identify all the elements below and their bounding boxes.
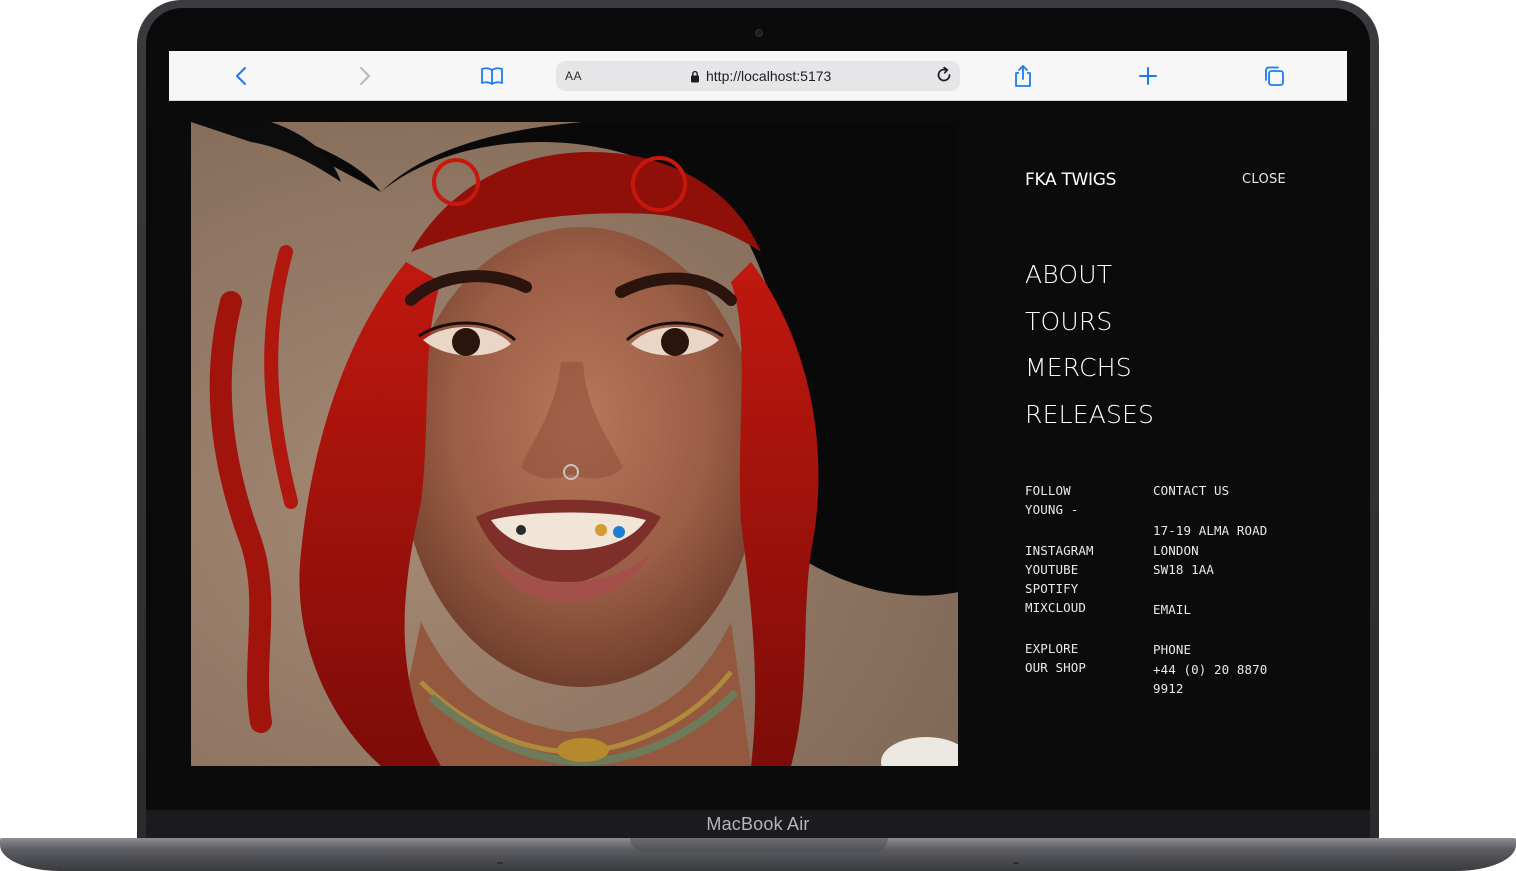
laptop-foot: [1013, 862, 1019, 864]
hero-photo: [191, 122, 958, 766]
close-button[interactable]: CLOSE: [1242, 172, 1286, 187]
portrait-image: [191, 122, 958, 766]
nav-item-tours[interactable]: TOURS: [1025, 299, 1154, 346]
url-display[interactable]: http://localhost:5173: [690, 68, 831, 84]
nav-item-releases[interactable]: RELEASES: [1025, 392, 1154, 439]
back-icon[interactable]: [228, 64, 254, 88]
shop-link-line1[interactable]: EXPLORE: [1025, 639, 1094, 658]
phone-number[interactable]: +44 (0) 20 8870: [1153, 660, 1267, 679]
nav-item-merchs[interactable]: MERCHS: [1025, 345, 1154, 392]
email-link[interactable]: EMAIL: [1153, 600, 1267, 619]
share-icon[interactable]: [1010, 64, 1036, 88]
bookmarks-icon[interactable]: [479, 64, 505, 88]
camera-icon: [755, 29, 763, 37]
address-line: SW18 1AA: [1153, 561, 1215, 577]
browser-toolbar: AA http://localhost:5173: [169, 51, 1347, 101]
new-tab-icon[interactable]: [1135, 64, 1161, 88]
laptop-hinge-notch: [630, 838, 888, 852]
menu-panel: FKA TWIGS CLOSE ABOUT TOURS MERCHS RELEA…: [958, 101, 1347, 789]
main-nav: ABOUT TOURS MERCHS RELEASES: [1025, 252, 1154, 438]
follow-subheading: YOUNG -: [1025, 502, 1079, 518]
site-logo[interactable]: FKA TWIGS: [1025, 170, 1116, 190]
shop-link-line2[interactable]: OUR SHOP: [1025, 658, 1094, 677]
device-brand-label: MacBook Air: [706, 814, 810, 834]
phone-label: PHONE: [1153, 642, 1192, 658]
contact-heading: CONTACT US: [1153, 483, 1230, 498]
lock-icon: [691, 70, 699, 82]
follow-heading: FOLLOW: [1025, 483, 1071, 498]
nav-item-about[interactable]: ABOUT: [1025, 252, 1154, 299]
follow-column: FOLLOW YOUNG - INSTAGRAM YOUTUBE SPOTIFY…: [1025, 481, 1094, 677]
web-page: FKA TWIGS CLOSE ABOUT TOURS MERCHS RELEA…: [169, 101, 1347, 789]
url-text: http://localhost:5173: [706, 68, 832, 84]
reload-icon[interactable]: [934, 65, 954, 90]
screen: AA http://localhost:5173 FKA TWIGS CLOSE…: [169, 51, 1347, 789]
address-line: 17-19 ALMA ROAD: [1153, 523, 1268, 539]
address-bar[interactable]: AA http://localhost:5173: [556, 61, 960, 91]
tabs-overview-icon[interactable]: [1261, 64, 1287, 88]
reader-label: AA: [565, 69, 583, 83]
social-link-youtube[interactable]: YOUTUBE: [1025, 560, 1094, 579]
contact-column: CONTACT US 17-19 ALMA ROAD LONDON SW18 1…: [1153, 481, 1267, 698]
social-link-spotify[interactable]: SPOTIFY: [1025, 579, 1094, 598]
forward-icon[interactable]: [352, 64, 378, 88]
laptop-foot: [497, 862, 503, 864]
social-link-instagram[interactable]: INSTAGRAM: [1025, 541, 1094, 560]
reader-text-size-button[interactable]: AA: [565, 69, 582, 83]
phone-number[interactable]: 9912: [1153, 679, 1267, 698]
social-link-mixcloud[interactable]: MIXCLOUD: [1025, 598, 1094, 617]
address-line: LONDON: [1153, 542, 1199, 558]
